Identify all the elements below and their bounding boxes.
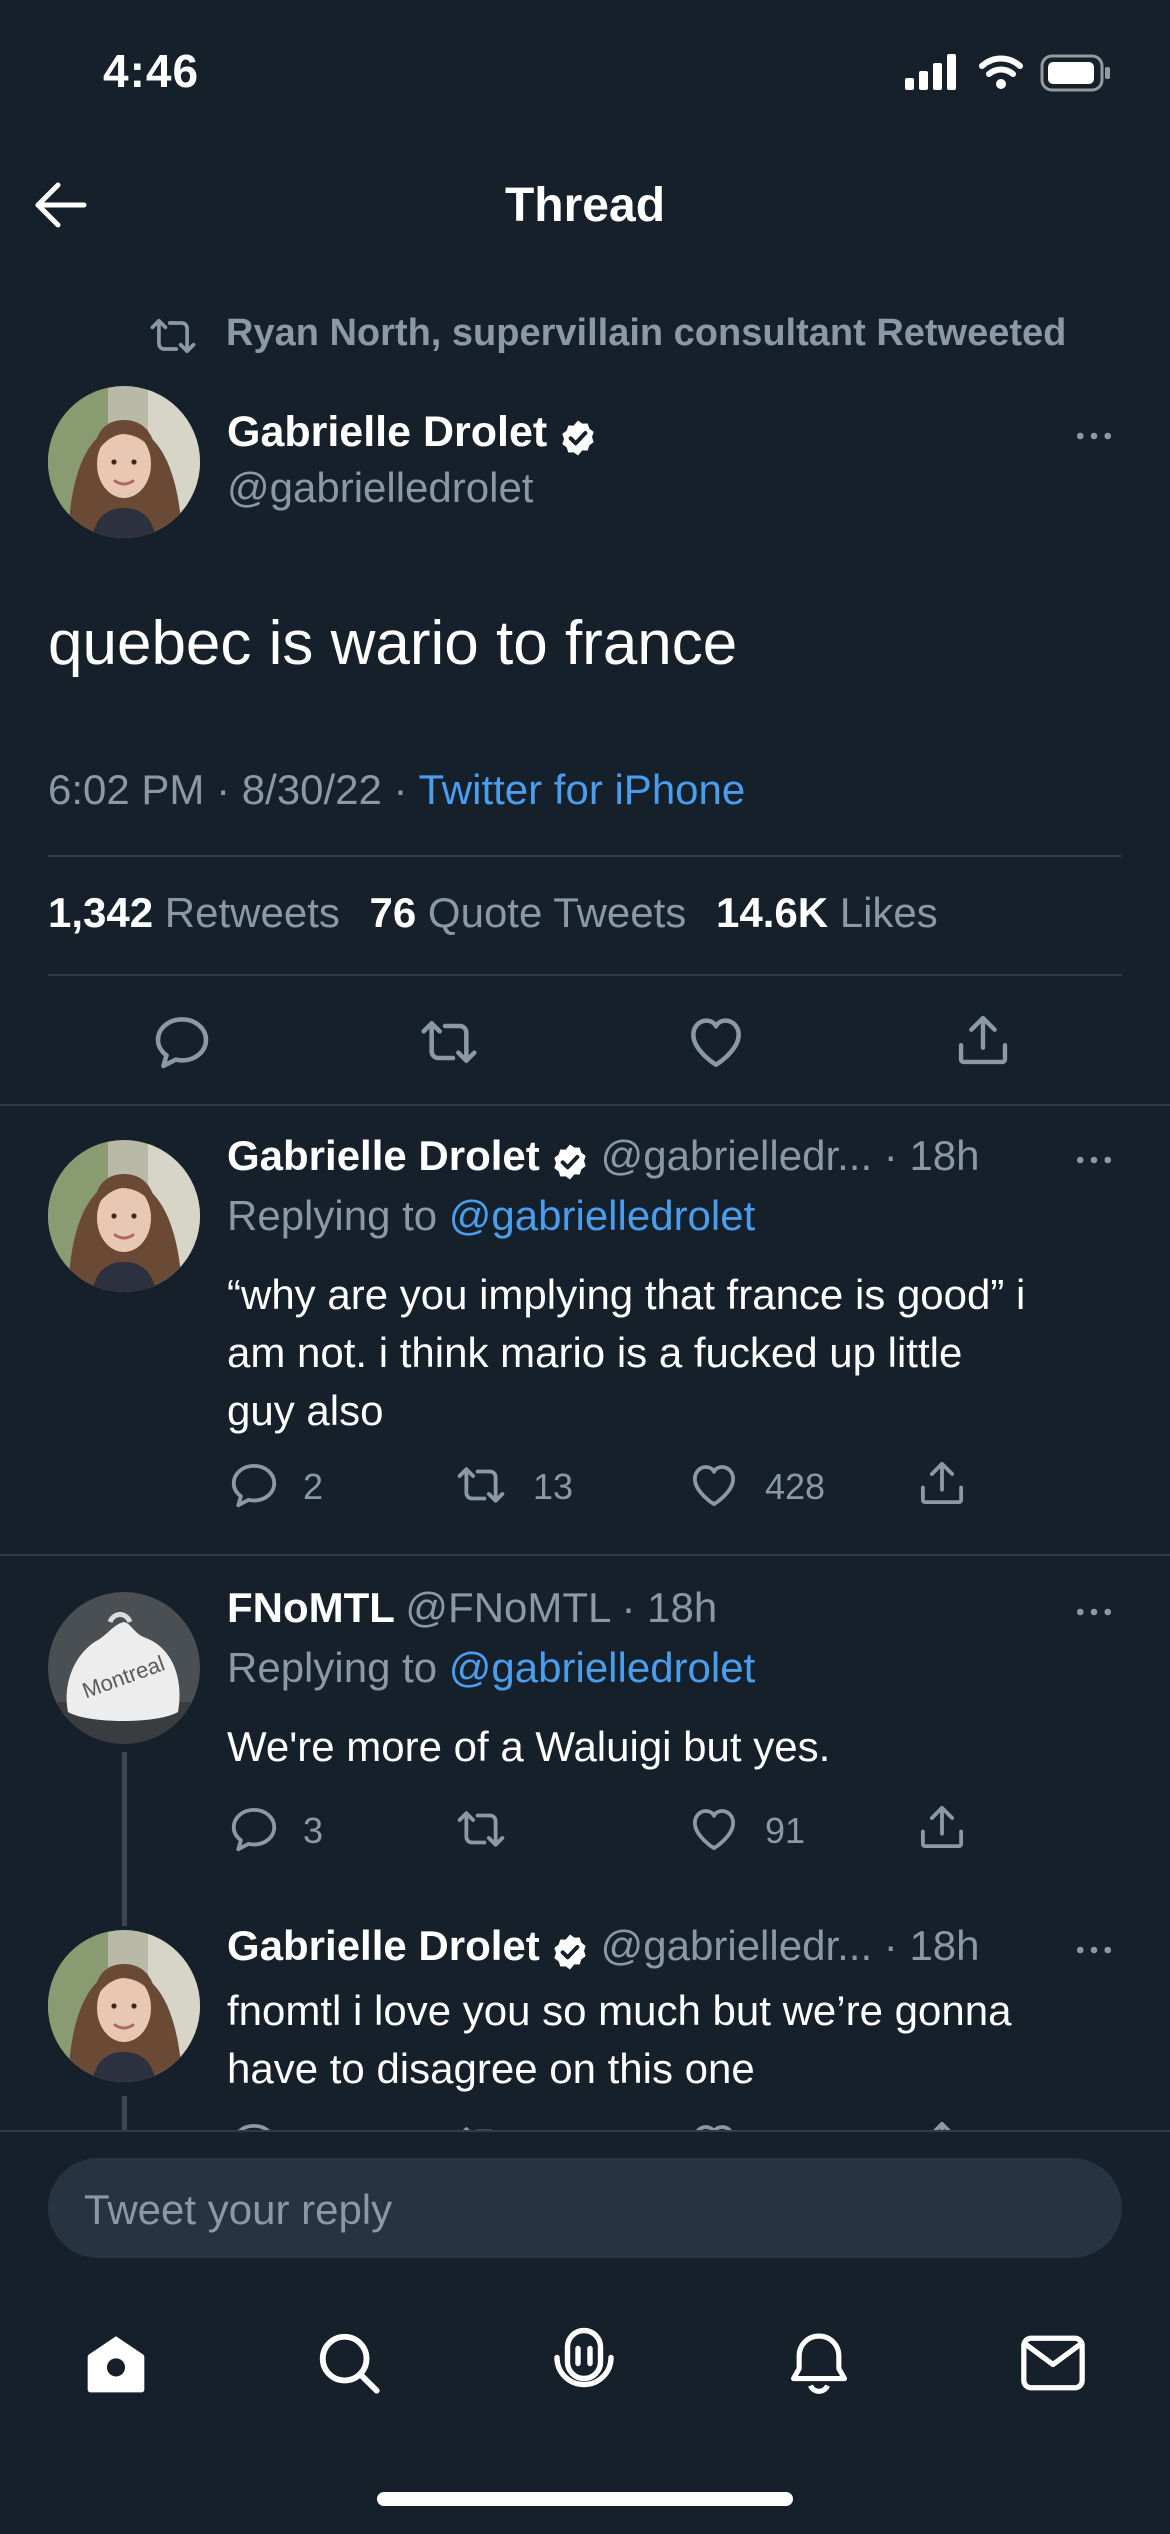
avatar[interactable]: Montreal xyxy=(48,1592,200,1744)
reply-icon[interactable] xyxy=(150,1010,214,1074)
reply-text: We're more of a Waluigi but yes. xyxy=(227,1718,830,1776)
more-options-icon[interactable] xyxy=(1072,1138,1116,1182)
battery-icon xyxy=(1040,54,1112,92)
author-name[interactable]: Gabrielle Drolet xyxy=(227,408,547,456)
share-icon[interactable] xyxy=(915,1456,969,1510)
reply-text-line: guy also xyxy=(227,1387,384,1434)
author-name[interactable]: FNoMTL xyxy=(227,1584,395,1631)
like-icon[interactable] xyxy=(684,1010,748,1074)
reply-text-line: have to disagree on this one xyxy=(227,2045,755,2092)
reply-text-line: fnomtl i love you so much but we’re gonn… xyxy=(227,1987,1012,2034)
wifi-icon xyxy=(978,54,1024,90)
reply-count: 3 xyxy=(303,1810,324,1851)
more-options-icon[interactable] xyxy=(1072,414,1116,458)
retweet-icon[interactable] xyxy=(453,2118,509,2130)
like-count: 91 xyxy=(765,1810,806,1851)
tweet-source-link[interactable]: Twitter for iPhone xyxy=(418,766,745,813)
author-name[interactable]: Gabrielle Drolet xyxy=(227,1926,540,1969)
author-handle[interactable]: @gabrielledrolet xyxy=(227,464,533,512)
replying-to-link[interactable]: @gabrielledrolet xyxy=(449,1644,755,1691)
retweet-icon[interactable] xyxy=(453,1802,509,1856)
verified-badge-icon xyxy=(550,1932,590,1972)
thread-line xyxy=(122,2096,127,2130)
share-icon[interactable] xyxy=(915,1800,969,1854)
share-icon[interactable] xyxy=(952,1008,1014,1072)
retweets-stat[interactable]: 1,342 Retweets xyxy=(48,889,340,936)
reply-text: “why are you implying that france is goo… xyxy=(227,1266,1025,1440)
tweet-timestamp: 6:02 PM · 8/30/22 · xyxy=(48,766,419,813)
replying-to-label: Replying to xyxy=(227,1644,449,1691)
more-options-icon[interactable] xyxy=(1072,1590,1116,1634)
retweet-context-icon xyxy=(145,310,201,362)
reply-text: fnomtl i love you so much but we’re gonn… xyxy=(227,1982,1011,2098)
avatar[interactable] xyxy=(48,1930,200,2082)
retweets-label: Retweets xyxy=(164,889,340,936)
home-icon[interactable] xyxy=(82,2330,150,2398)
messages-icon[interactable] xyxy=(1018,2330,1088,2396)
bottom-panel: Tweet your reply xyxy=(0,2130,1170,2534)
likes-label: Likes xyxy=(839,889,938,936)
share-icon[interactable] xyxy=(915,2116,969,2130)
tweet-stats: 1,342 Retweets 76 Quote Tweets 14.6K Lik… xyxy=(48,889,938,937)
replying-to-label: Replying to xyxy=(227,1192,449,1239)
reply-tweet[interactable]: Montreal FNoMTL @FNoMTL · 18h Replying t… xyxy=(0,1556,1170,1926)
quotes-count: 76 xyxy=(369,889,417,936)
quotes-label: Quote Tweets xyxy=(427,889,687,936)
verified-badge-icon xyxy=(558,418,598,458)
reply-meta: @FNoMTL · 18h xyxy=(405,1584,718,1631)
tweet-text: quebec is wario to france xyxy=(48,609,738,678)
like-icon[interactable] xyxy=(687,2118,741,2130)
like-icon[interactable] xyxy=(687,1458,741,1512)
reply-input[interactable]: Tweet your reply xyxy=(48,2158,1122,2258)
home-indicator xyxy=(377,2492,793,2506)
verified-badge-icon xyxy=(550,1142,590,1182)
thread-line xyxy=(122,1752,127,1926)
reply-icon[interactable] xyxy=(227,1802,281,1856)
retweet-icon[interactable] xyxy=(416,1010,482,1074)
reply-text-line: We're more of a Waluigi but yes. xyxy=(227,1723,831,1770)
likes-count: 14.6K xyxy=(715,889,829,936)
likes-stat[interactable]: 14.6K Likes xyxy=(716,889,938,936)
author-name[interactable]: Gabrielle Drolet xyxy=(227,1132,540,1179)
retweet-count: 13 xyxy=(533,1466,574,1507)
reply-meta: @gabrielledr... · 18h xyxy=(600,1132,980,1179)
replying-to-link[interactable]: @gabrielledrolet xyxy=(449,1192,755,1239)
divider xyxy=(48,974,1122,976)
spaces-icon[interactable] xyxy=(548,2324,620,2400)
retweets-count: 1,342 xyxy=(48,889,154,936)
search-icon[interactable] xyxy=(314,2328,384,2398)
avatar[interactable] xyxy=(48,386,200,538)
reply-icon[interactable] xyxy=(227,1458,281,1512)
like-icon[interactable] xyxy=(687,1802,741,1856)
status-time: 4:46 xyxy=(103,45,200,97)
retweet-context-text[interactable]: Ryan North, supervillain consultant Retw… xyxy=(226,312,1066,355)
quotes-stat[interactable]: 76 Quote Tweets xyxy=(370,889,687,936)
reply-count: 2 xyxy=(303,1466,324,1507)
signal-icon xyxy=(905,54,957,90)
divider xyxy=(48,855,1122,857)
retweet-icon[interactable] xyxy=(453,1458,509,1512)
notifications-icon[interactable] xyxy=(785,2328,853,2398)
reply-input-placeholder: Tweet your reply xyxy=(84,2186,393,2233)
reply-icon[interactable] xyxy=(227,2118,281,2130)
reply-tweet[interactable]: Gabrielle Drolet @gabrielledr... · 18h f… xyxy=(0,1926,1170,2130)
reply-tweet[interactable]: Gabrielle Drolet @gabrielledr... · 18h R… xyxy=(0,1106,1170,1554)
avatar[interactable] xyxy=(48,1140,200,1292)
like-count: 428 xyxy=(765,1466,826,1507)
reply-text-line: am not. i think mario is a fucked up lit… xyxy=(227,1329,963,1376)
reply-text-line: “why are you implying that france is goo… xyxy=(227,1271,1026,1318)
reply-meta: @gabrielledr... · 18h xyxy=(600,1926,980,1969)
page-title: Thread xyxy=(504,179,666,232)
more-options-icon[interactable] xyxy=(1072,1928,1116,1972)
